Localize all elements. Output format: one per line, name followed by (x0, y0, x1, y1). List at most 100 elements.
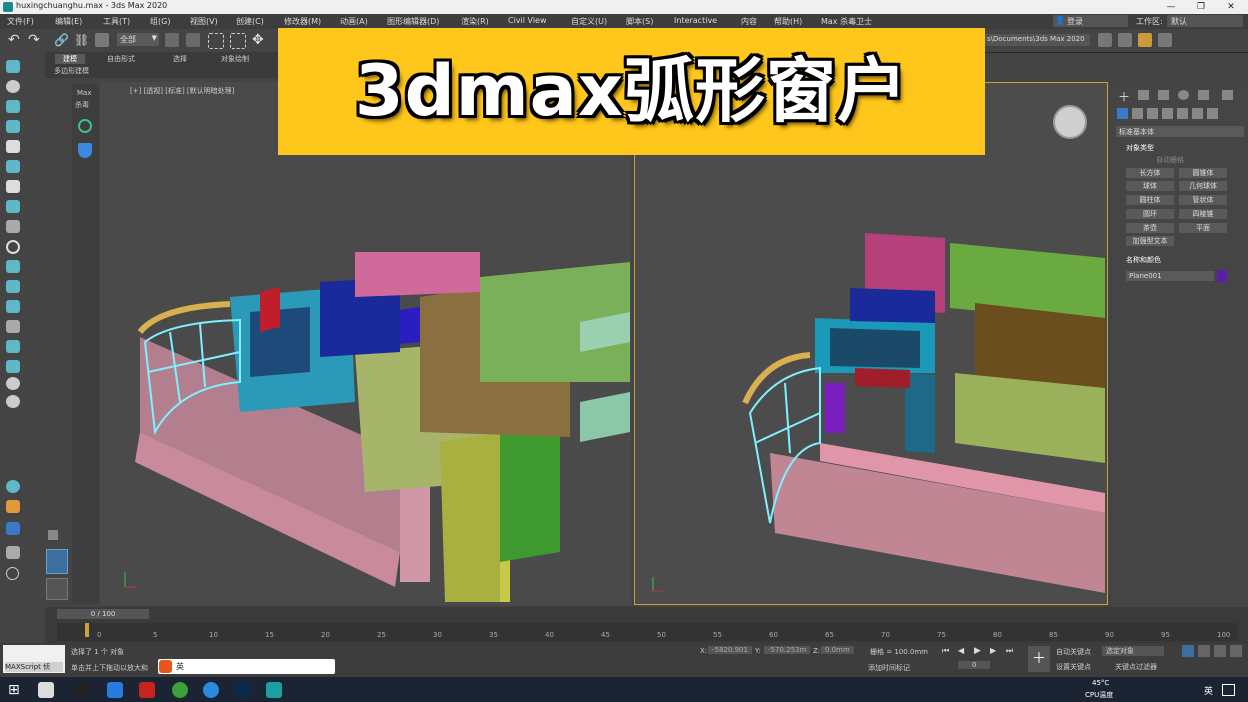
geometry-icon[interactable] (1117, 108, 1128, 119)
pan-icon[interactable] (1198, 645, 1210, 657)
maxscript-listener[interactable]: MAXScript 侦 (3, 645, 65, 673)
sign-in-field[interactable]: 👤 登录 (1053, 15, 1128, 27)
wall-icon[interactable] (6, 180, 20, 193)
minimize-icon[interactable]: — (1156, 0, 1186, 14)
key-filters-button[interactable]: 关键点过滤器 (1115, 662, 1157, 672)
rendered-frame-icon[interactable] (1118, 33, 1132, 47)
plane-button[interactable]: 平面 (1179, 223, 1227, 233)
door-icon[interactable] (6, 140, 20, 153)
display-tab-icon[interactable] (1198, 90, 1209, 100)
compass-icon[interactable] (78, 119, 92, 133)
grid-icon[interactable] (6, 280, 20, 293)
workspace-dropdown[interactable]: 默认 (1167, 15, 1243, 27)
viewcube-icon[interactable] (1053, 105, 1087, 139)
menu-views[interactable]: 视图(V) (190, 16, 218, 27)
sphere-button[interactable]: 球体 (1126, 181, 1174, 191)
stairs-icon[interactable] (6, 160, 20, 173)
auto-key-button[interactable]: 自动关键点 (1056, 647, 1091, 657)
move-icon[interactable]: ✥ (252, 33, 266, 47)
windows-start-icon[interactable]: ⊞ (8, 682, 24, 698)
menu-modifiers[interactable]: 修改器(M) (284, 16, 321, 27)
current-frame-field[interactable]: 0 (958, 661, 991, 669)
render-setup-icon[interactable] (1098, 33, 1112, 47)
ring-icon[interactable] (6, 240, 20, 254)
tray-lang[interactable]: 英 (1204, 684, 1213, 697)
key-mode-icon[interactable]: ＋ (1028, 646, 1050, 672)
helpers-icon[interactable] (1177, 108, 1188, 119)
helper-icon[interactable] (6, 360, 20, 373)
expand-icon[interactable] (48, 530, 58, 540)
goto-end-icon[interactable]: ⏭ (1006, 646, 1013, 656)
track-bar[interactable]: 0 5 10 15 20 25 30 35 40 45 50 55 60 65 70 75 80 85 90 95 10… (57, 623, 1237, 641)
particle-icon[interactable] (6, 320, 20, 333)
torus-button[interactable]: 圆环 (1126, 209, 1174, 219)
select-by-name-icon[interactable] (186, 33, 200, 47)
ribbon-tab-modeling[interactable]: 建模 (55, 54, 85, 64)
set-key-button[interactable]: 设置关键点 (1056, 662, 1091, 672)
render-icon[interactable] (1138, 33, 1152, 47)
menu-content[interactable]: 内容 (741, 16, 757, 27)
menu-customize[interactable]: 自定义(U) (571, 16, 607, 27)
menu-help[interactable]: 帮助(H) (774, 16, 802, 27)
lights-icon[interactable] (1147, 108, 1158, 119)
viewport-perspective[interactable]: [+] [透视] [标准] [默认明暗处理] (100, 82, 631, 605)
close-icon[interactable]: ✕ (1216, 0, 1246, 14)
render-online-icon[interactable] (1158, 33, 1172, 47)
maximize-viewport-icon[interactable] (1230, 645, 1242, 657)
box-button[interactable]: 长方体 (1126, 168, 1174, 178)
app-butterfly-icon[interactable] (38, 682, 54, 698)
ribbon-tab-freeform[interactable]: 自由形式 (107, 54, 135, 64)
window-obj-icon[interactable] (6, 200, 20, 213)
help-icon[interactable] (6, 567, 19, 580)
eye-icon[interactable] (6, 377, 20, 390)
create-tab-icon[interactable]: ＋ (1118, 88, 1130, 105)
undo-icon[interactable]: ↶ (8, 33, 22, 47)
menu-animation[interactable]: 动画(A) (340, 16, 368, 27)
notification-icon[interactable] (1222, 684, 1235, 696)
photoshop-icon[interactable] (235, 682, 251, 698)
link-icon[interactable]: 🔗 (54, 33, 69, 47)
cameras-icon[interactable] (1162, 108, 1173, 119)
menu-file[interactable]: 文件(F) (7, 16, 34, 27)
edge-icon[interactable] (203, 682, 219, 698)
modify-tab-icon[interactable] (1138, 90, 1149, 100)
box-icon[interactable] (6, 100, 20, 113)
pdf-icon[interactable] (139, 682, 155, 698)
teapot-icon[interactable] (6, 340, 20, 353)
geosphere-button[interactable]: 几何球体 (1179, 181, 1227, 191)
frame-icon[interactable] (6, 300, 20, 313)
hierarchy-tab-icon[interactable] (1158, 90, 1169, 100)
menu-create[interactable]: 创建(C) (236, 16, 264, 27)
tube-button[interactable]: 管状体 (1179, 195, 1227, 205)
selected-object-dropdown[interactable]: 选定对象 (1102, 646, 1164, 656)
menu-interactive[interactable]: Interactive (674, 16, 717, 25)
qq-icon[interactable] (74, 682, 90, 698)
menu-edit[interactable]: 编辑(E) (55, 16, 82, 27)
select-object-icon[interactable] (165, 33, 179, 47)
rect-selection-icon[interactable] (208, 33, 224, 49)
plant-icon[interactable] (6, 120, 20, 133)
y-value[interactable]: -570.253m (764, 646, 811, 654)
terrain-icon[interactable] (6, 260, 20, 273)
zoom-icon[interactable] (1182, 645, 1194, 657)
goto-start-icon[interactable]: ⏮ (942, 646, 949, 656)
next-frame-icon[interactable]: ▶ (990, 646, 996, 655)
window-crossing-icon[interactable] (230, 33, 246, 49)
palette-icon[interactable] (6, 500, 20, 513)
ball-icon[interactable] (6, 480, 20, 493)
ribbon-tab-selection[interactable]: 选择 (173, 54, 187, 64)
x-value[interactable]: -5820.901 (708, 646, 752, 654)
menu-tools[interactable]: 工具(T) (103, 16, 130, 27)
utilities-tab-icon[interactable] (1222, 90, 1233, 100)
textplus-button[interactable]: 加强型文本 (1126, 236, 1174, 246)
autogrid-checkbox[interactable]: 自动栅格 (1156, 155, 1184, 165)
ocean-icon[interactable] (6, 522, 20, 535)
menu-group[interactable]: 组(G) (150, 16, 170, 27)
restore-icon[interactable]: ❐ (1186, 0, 1216, 14)
ribbon-tab-object-paint[interactable]: 对象绘制 (221, 54, 249, 64)
primitive-type-dropdown[interactable]: 标准基本体 (1116, 126, 1244, 137)
railing-icon[interactable] (6, 220, 20, 233)
chat-icon[interactable] (107, 682, 123, 698)
shapes-icon[interactable] (1132, 108, 1143, 119)
cone-button[interactable]: 圆锥体 (1179, 168, 1227, 178)
